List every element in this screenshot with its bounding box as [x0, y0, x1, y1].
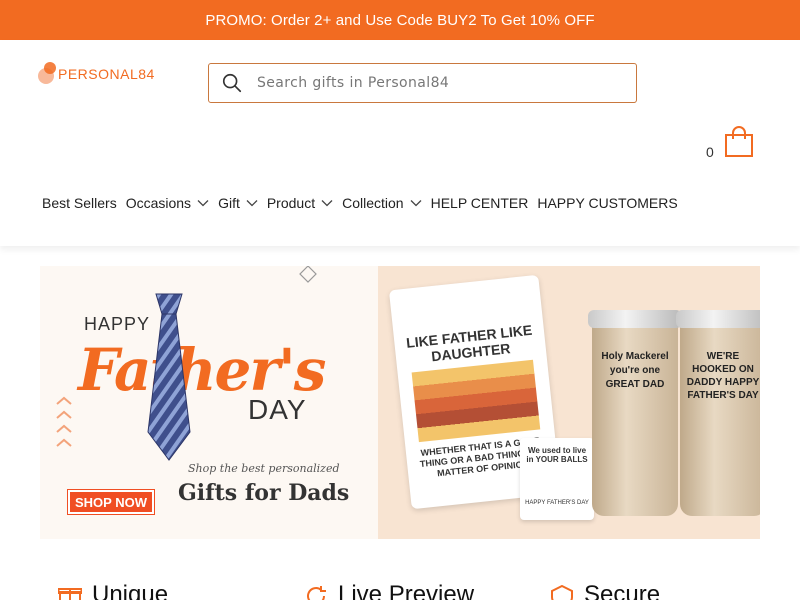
search-box[interactable] [208, 63, 637, 103]
site-header: PERSONAL84 0 Best Sellers Occasions Gift… [0, 40, 800, 246]
feature-unique: Unique [58, 580, 168, 600]
nav-occasions[interactable]: Occasions [126, 195, 209, 211]
cart-count: 0 [706, 144, 714, 160]
tumbler-product-image-2: WE'RE HOOKED ON DADDY HAPPY FATHER'S DAY [676, 310, 760, 516]
chevron-down-icon [410, 200, 422, 207]
brand-logo[interactable]: PERSONAL84 [38, 61, 155, 87]
mug-top-text: We used to live in YOUR BALLS [526, 446, 588, 464]
refresh-icon [307, 586, 326, 600]
necktie-icon [147, 293, 191, 461]
brand-name: PERSONAL84 [58, 66, 155, 82]
nav-label: Best Sellers [42, 195, 117, 211]
hero-left-panel: HAPPY Father's DAY Shop the best persona… [40, 266, 378, 539]
hero-tagline: Shop the best personalized [188, 462, 340, 475]
hero-happy-text: HAPPY [84, 314, 151, 334]
promo-text: PROMO: Order 2+ and Use Code BUY2 To Get… [205, 11, 595, 29]
shop-now-label: SHOP NOW [75, 494, 147, 510]
tumbler-product-image-1: Holy Mackerel you're one GREAT DAD [588, 310, 682, 516]
tshirt-top-text: LIKE FATHER LIKE DAUGHTER [405, 321, 533, 365]
shield-icon [551, 585, 573, 600]
search-icon[interactable] [221, 72, 243, 94]
gift-box-icon [58, 588, 82, 600]
nav-happy-customers[interactable]: HAPPY CUSTOMERS [537, 195, 677, 211]
chevron-decoration-icon [56, 396, 72, 447]
fathers-day-hero-banner[interactable]: HAPPY Father's DAY Shop the best persona… [40, 266, 760, 539]
feature-live-preview: Live Preview [304, 580, 474, 600]
diamond-decoration-icon [299, 266, 317, 283]
chevron-down-icon [197, 200, 209, 207]
nav-collection[interactable]: Collection [342, 195, 422, 211]
nav-label: Occasions [125, 195, 192, 211]
tumbler1-text: Holy Mackerel you're one GREAT DAD [601, 351, 669, 390]
feature-secure: Secure [550, 580, 660, 600]
hero-gifts-text: Gifts for Dads [178, 480, 350, 506]
mug-product-image: We used to live in YOUR BALLS HAPPY FATH… [520, 438, 594, 520]
nav-best-sellers[interactable]: Best Sellers [42, 195, 117, 211]
feature-label: Secure [584, 581, 661, 600]
feature-label: Live Preview [338, 581, 475, 600]
main-nav: Best Sellers Occasions Gift Product Coll… [42, 194, 687, 212]
hero-day-text: DAY [248, 394, 307, 425]
nav-product[interactable]: Product [267, 195, 333, 211]
nav-label: Gift [218, 195, 240, 211]
nav-help-center[interactable]: HELP CENTER [431, 195, 529, 211]
shop-now-button[interactable]: SHOP NOW [68, 490, 154, 514]
mug-bottom-text: HAPPY FATHER'S DAY [525, 500, 589, 506]
promo-banner: PROMO: Order 2+ and Use Code BUY2 To Get… [0, 0, 800, 40]
chevron-down-icon [246, 200, 258, 207]
search-input[interactable] [257, 75, 617, 91]
nav-gift[interactable]: Gift [218, 195, 258, 211]
nav-label: HELP CENTER [430, 195, 529, 211]
nav-label: Product [266, 195, 316, 211]
nav-label: Collection [342, 195, 404, 211]
logo-mark-icon [38, 62, 58, 86]
nav-label: HAPPY CUSTOMERS [537, 195, 678, 211]
chevron-down-icon [321, 200, 333, 207]
features-strip: Unique Live Preview Secure [0, 580, 800, 600]
shopping-bag-icon[interactable] [724, 126, 754, 158]
feature-label: Unique [92, 581, 169, 600]
tumbler2-text: WE'RE HOOKED ON DADDY HAPPY FATHER'S DAY [686, 351, 760, 401]
tshirt-graphic [411, 359, 541, 443]
